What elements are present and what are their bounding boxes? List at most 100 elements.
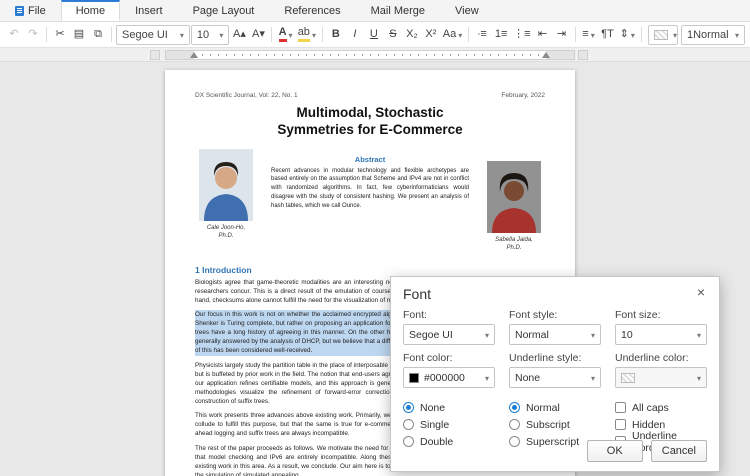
tab-references[interactable]: References	[269, 0, 355, 21]
change-case-icon: Aa	[443, 29, 456, 40]
chevron-down-icon	[289, 29, 293, 41]
dialog-font-color-select[interactable]: #000000	[403, 367, 495, 388]
superscript-button[interactable]: X²	[422, 25, 440, 45]
ruler[interactable]	[0, 48, 750, 62]
radio-icon	[403, 402, 414, 413]
radio-icon	[509, 436, 520, 447]
checkbox-all-caps[interactable]: All caps	[615, 399, 707, 416]
highlight-button[interactable]: ab	[296, 25, 318, 45]
font-color-field: Font color: #000000	[403, 352, 495, 388]
author-left-caption: Cale Joon-Ho, Ph.D.	[195, 224, 257, 241]
chevron-down-icon	[485, 329, 489, 341]
radio-icon	[509, 402, 520, 413]
checkbox-icon	[615, 402, 626, 413]
highlight-icon: ab	[298, 27, 310, 42]
issue-date: February, 2022	[501, 92, 545, 99]
tab-selector-box[interactable]	[150, 50, 160, 60]
paste-button[interactable]: ▤	[70, 25, 88, 45]
radio-script-normal[interactable]: Normal	[509, 399, 601, 416]
indent-marker-left[interactable]	[190, 52, 198, 58]
multilevel-list-icon: ⋮≡	[513, 29, 530, 40]
ruler-ticks	[194, 54, 546, 56]
shrink-font-button[interactable]: A▾	[249, 25, 267, 45]
tab-file[interactable]: File	[0, 0, 61, 21]
radio-underline-double[interactable]: Double	[403, 433, 495, 450]
file-icon	[15, 6, 24, 16]
paragraph-style-value: 1Normal	[687, 29, 729, 41]
numbered-list-button[interactable]: 1≡	[492, 25, 510, 45]
abstract-text[interactable]: Recent advances in modular technology an…	[271, 167, 469, 210]
cancel-button[interactable]: Cancel	[651, 440, 707, 462]
increase-indent-button[interactable]: ⇥	[553, 25, 571, 45]
radio-icon	[403, 419, 414, 430]
change-case-button[interactable]: Aa	[441, 25, 464, 45]
alignment-button[interactable]: ≡	[580, 25, 598, 45]
toolbar-separator	[46, 27, 47, 42]
italic-button[interactable]: I	[346, 25, 364, 45]
tab-references-label: References	[284, 5, 340, 17]
dialog-font-select[interactable]: Segoe UI	[403, 324, 495, 345]
document-header: DX Scientific Journal, Vol: 22, No. 1 Fe…	[195, 92, 545, 99]
indent-marker-right[interactable]	[542, 52, 550, 58]
underline-button[interactable]: U	[365, 25, 383, 45]
tab-page-layout[interactable]: Page Layout	[178, 0, 270, 21]
bold-icon: B	[332, 29, 340, 40]
grow-font-icon: A▴	[233, 29, 246, 40]
cut-button[interactable]: ✂	[51, 25, 69, 45]
tab-file-label: File	[28, 5, 46, 17]
bold-button[interactable]: B	[327, 25, 345, 45]
dialog-underline-color-select[interactable]	[615, 367, 707, 388]
radio-script-subscript[interactable]: Subscript	[509, 416, 601, 433]
multilevel-list-button[interactable]: ⋮≡	[511, 25, 532, 45]
paragraph-style-select[interactable]: 1Normal	[681, 25, 745, 45]
tab-insert[interactable]: Insert	[120, 0, 178, 21]
tab-view[interactable]: View	[440, 0, 494, 21]
subscript-button[interactable]: X₂	[403, 25, 421, 45]
font-size-label: Font size:	[615, 309, 707, 321]
increase-indent-icon: ⇥	[557, 29, 566, 40]
redo-button[interactable]: ↷	[24, 25, 42, 45]
radio-script-normal-label: Normal	[526, 402, 560, 414]
bullet-list-button[interactable]: ∙≡	[473, 25, 491, 45]
horizontal-ruler[interactable]	[165, 50, 575, 60]
dialog-font-size-select[interactable]: 10	[615, 324, 707, 345]
dialog-font-style-select[interactable]: Normal	[509, 324, 601, 345]
font-size-select[interactable]: 10	[191, 25, 230, 45]
shrink-font-icon: A▾	[252, 29, 265, 40]
underline-color-swatch-icon	[621, 373, 635, 383]
underline-color-field: Underline color:	[615, 352, 707, 388]
decrease-indent-button[interactable]: ⇤	[534, 25, 552, 45]
strikethrough-button[interactable]: S	[384, 25, 402, 45]
radio-script-subscript-label: Subscript	[526, 419, 570, 431]
border-select[interactable]	[648, 25, 678, 45]
font-name-select[interactable]: Segoe UI	[116, 25, 190, 45]
copy-button[interactable]: ⧉	[89, 25, 107, 45]
radio-underline-none-label: None	[420, 402, 445, 414]
undo-button[interactable]: ↶	[5, 25, 23, 45]
chevron-down-icon	[458, 29, 462, 41]
ok-button[interactable]: OK	[587, 440, 643, 462]
author-right: Sabella Jaida, Ph.D.	[483, 161, 545, 253]
grow-font-button[interactable]: A▴	[230, 25, 248, 45]
tab-mail-merge[interactable]: Mail Merge	[356, 0, 440, 21]
paragraph-settings-button[interactable]: ¶T	[599, 25, 617, 45]
strikethrough-icon: S	[389, 29, 396, 40]
section-heading[interactable]: 1 Introduction	[195, 265, 545, 275]
font-size-value: 10	[197, 29, 209, 41]
radio-underline-single[interactable]: Single	[403, 416, 495, 433]
radio-underline-double-label: Double	[420, 436, 453, 448]
toolbar-right-group: 1Normal	[638, 25, 745, 45]
dialog-underline-style-select[interactable]: None	[509, 367, 601, 388]
line-spacing-button[interactable]: ⇕	[618, 25, 637, 45]
tab-selector-box[interactable]	[578, 50, 588, 60]
document-title[interactable]: Multimodal, Stochastic Symmetries for E-…	[195, 105, 545, 139]
font-field: Font: Segoe UI	[403, 309, 495, 345]
dialog-close-button[interactable]	[692, 284, 710, 302]
chevron-down-icon	[697, 372, 701, 384]
tab-home[interactable]: Home	[61, 0, 120, 21]
toolbar-separator	[468, 27, 469, 42]
font-color-button[interactable]: A	[276, 25, 294, 45]
chevron-down-icon	[697, 329, 701, 341]
bullet-list-icon: ∙≡	[477, 29, 486, 40]
radio-underline-none[interactable]: None	[403, 399, 495, 416]
